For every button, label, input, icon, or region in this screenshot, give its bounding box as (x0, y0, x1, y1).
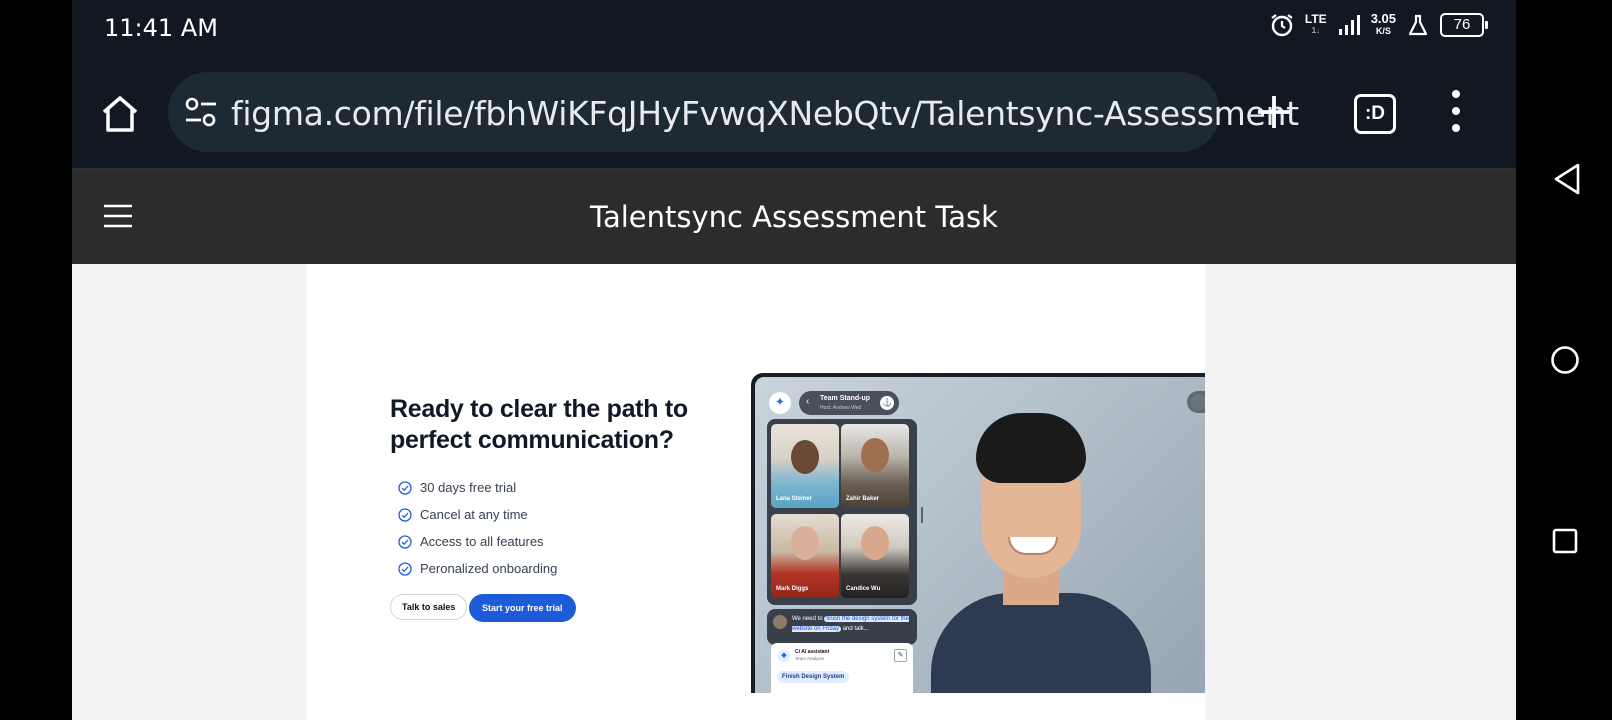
tab-switcher-button[interactable]: :D (1354, 94, 1396, 134)
status-icons: LTE 1↓ 3.05 K/S 76 (1269, 11, 1488, 38)
video-call-screen: ✦ ‹ Team Stand-up Host: Andrew Wed ⚓ Lan… (755, 377, 1205, 693)
site-settings-icon[interactable] (184, 96, 218, 128)
assistant-title: Ci AI assistant (795, 649, 830, 655)
participant-grid: Lana Steiner Zahir Baker Mark Diggs Cand… (767, 419, 917, 605)
back-chevron-icon: ‹ (806, 396, 810, 407)
check-circle-icon (398, 480, 412, 495)
home-circle-icon[interactable] (1550, 345, 1580, 375)
task-pill: Finish Design System (777, 671, 850, 683)
participant-face (791, 440, 819, 474)
main-speaker-video (931, 397, 1151, 693)
participant-face (791, 526, 819, 560)
more-options-icon[interactable] (1446, 86, 1466, 136)
figma-canvas[interactable]: Ready to clear the path to perfect commu… (72, 264, 1516, 720)
speaker-shirt (931, 593, 1151, 693)
feature-item: Peronalized onboarding (398, 555, 557, 582)
meeting-title: Team Stand-up (820, 395, 871, 402)
check-circle-icon (398, 507, 412, 522)
design-frame[interactable]: Ready to clear the path to perfect commu… (307, 264, 1205, 720)
chat-text: We need to finish the design system for … (792, 616, 909, 632)
device-screen: 11:41 AM LTE 1↓ 3.05 K/S 76 figma.com/file… (72, 0, 1516, 720)
edit-icon: ✎ (894, 649, 907, 662)
participant-tile: Zahir Baker (841, 424, 909, 508)
participant-badge (1187, 391, 1205, 413)
feature-item: Cancel at any time (398, 501, 557, 528)
assistant-subtitle: Team Analyzer (795, 656, 825, 661)
feature-list: 30 days free trial Cancel at any time Ac… (398, 474, 557, 582)
resize-handle (921, 507, 923, 523)
browser-toolbar: figma.com/file/fbhWiKFqJHyFvwqXNebQtv/Ta… (72, 56, 1516, 170)
feature-label: Access to all features (420, 534, 544, 549)
feature-label: 30 days free trial (420, 480, 517, 495)
home-icon[interactable] (98, 92, 142, 136)
participant-name: Mark Diggs (776, 586, 809, 592)
signal-icon (1338, 15, 1360, 35)
participant-face (861, 526, 889, 560)
app-logo-icon: ✦ (769, 392, 791, 414)
network-speed: 3.05 K/S (1370, 11, 1396, 36)
file-title: Talentsync Assessment Task (590, 200, 998, 234)
talk-to-sales-button[interactable]: Talk to sales (390, 594, 468, 620)
battery-indicator: 76 (1440, 13, 1488, 37)
status-time: 11:41 AM (104, 14, 218, 42)
sparkle-icon: ◆ (778, 650, 790, 662)
flask-icon (1408, 14, 1428, 36)
figma-header: Talentsync Assessment Task (72, 170, 1516, 264)
participant-face (861, 438, 889, 472)
status-bar: 11:41 AM LTE 1↓ 3.05 K/S 76 (72, 0, 1516, 56)
avatar (1191, 394, 1205, 410)
check-circle-icon (398, 561, 412, 576)
participant-tile: Candice Wu (841, 514, 909, 598)
app-mockup: ✦ ‹ Team Stand-up Host: Andrew Wed ⚓ Lan… (751, 373, 1205, 693)
address-bar[interactable]: figma.com/file/fbhWiKFqJHyFvwqXNebQtv/Ta… (168, 72, 1299, 152)
meeting-control-icon: ⚓ (880, 396, 894, 410)
new-tab-icon[interactable] (1252, 90, 1296, 134)
check-circle-icon (398, 534, 412, 549)
participant-tile: Lana Steiner (771, 424, 839, 508)
start-free-trial-button[interactable]: Start your free trial (469, 594, 576, 622)
url-text[interactable]: figma.com/file/fbhWiKFqJHyFvwqXNebQtv/Ta… (231, 94, 1299, 133)
feature-item: Access to all features (398, 528, 557, 555)
meeting-pill: ‹ Team Stand-up Host: Andrew Wed ⚓ (799, 391, 899, 415)
feature-label: Peronalized onboarding (420, 561, 558, 576)
android-nav-bar (1516, 0, 1612, 720)
speaker-hair (976, 413, 1086, 483)
meeting-host: Host: Andrew Wed (820, 405, 862, 411)
participant-name: Zahir Baker (846, 496, 880, 502)
cta-heading: Ready to clear the path to perfect commu… (390, 395, 688, 454)
feature-item: 30 days free trial (398, 474, 557, 501)
participant-name: Lana Steiner (776, 496, 813, 502)
avatar (773, 615, 787, 629)
back-icon[interactable] (1552, 162, 1582, 196)
participant-name: Candice Wu (846, 586, 881, 592)
feature-label: Cancel at any time (420, 507, 528, 522)
alarm-icon (1271, 14, 1293, 37)
ai-assistant-card: ◆ Ci AI assistant Team Analyzer ✎ Finish… (771, 643, 913, 693)
chat-message: We need to finish the design system for … (767, 609, 917, 645)
network-type: LTE 1↓ (1304, 12, 1327, 35)
participant-tile: Mark Diggs (771, 514, 839, 598)
recents-icon[interactable] (1552, 528, 1578, 554)
